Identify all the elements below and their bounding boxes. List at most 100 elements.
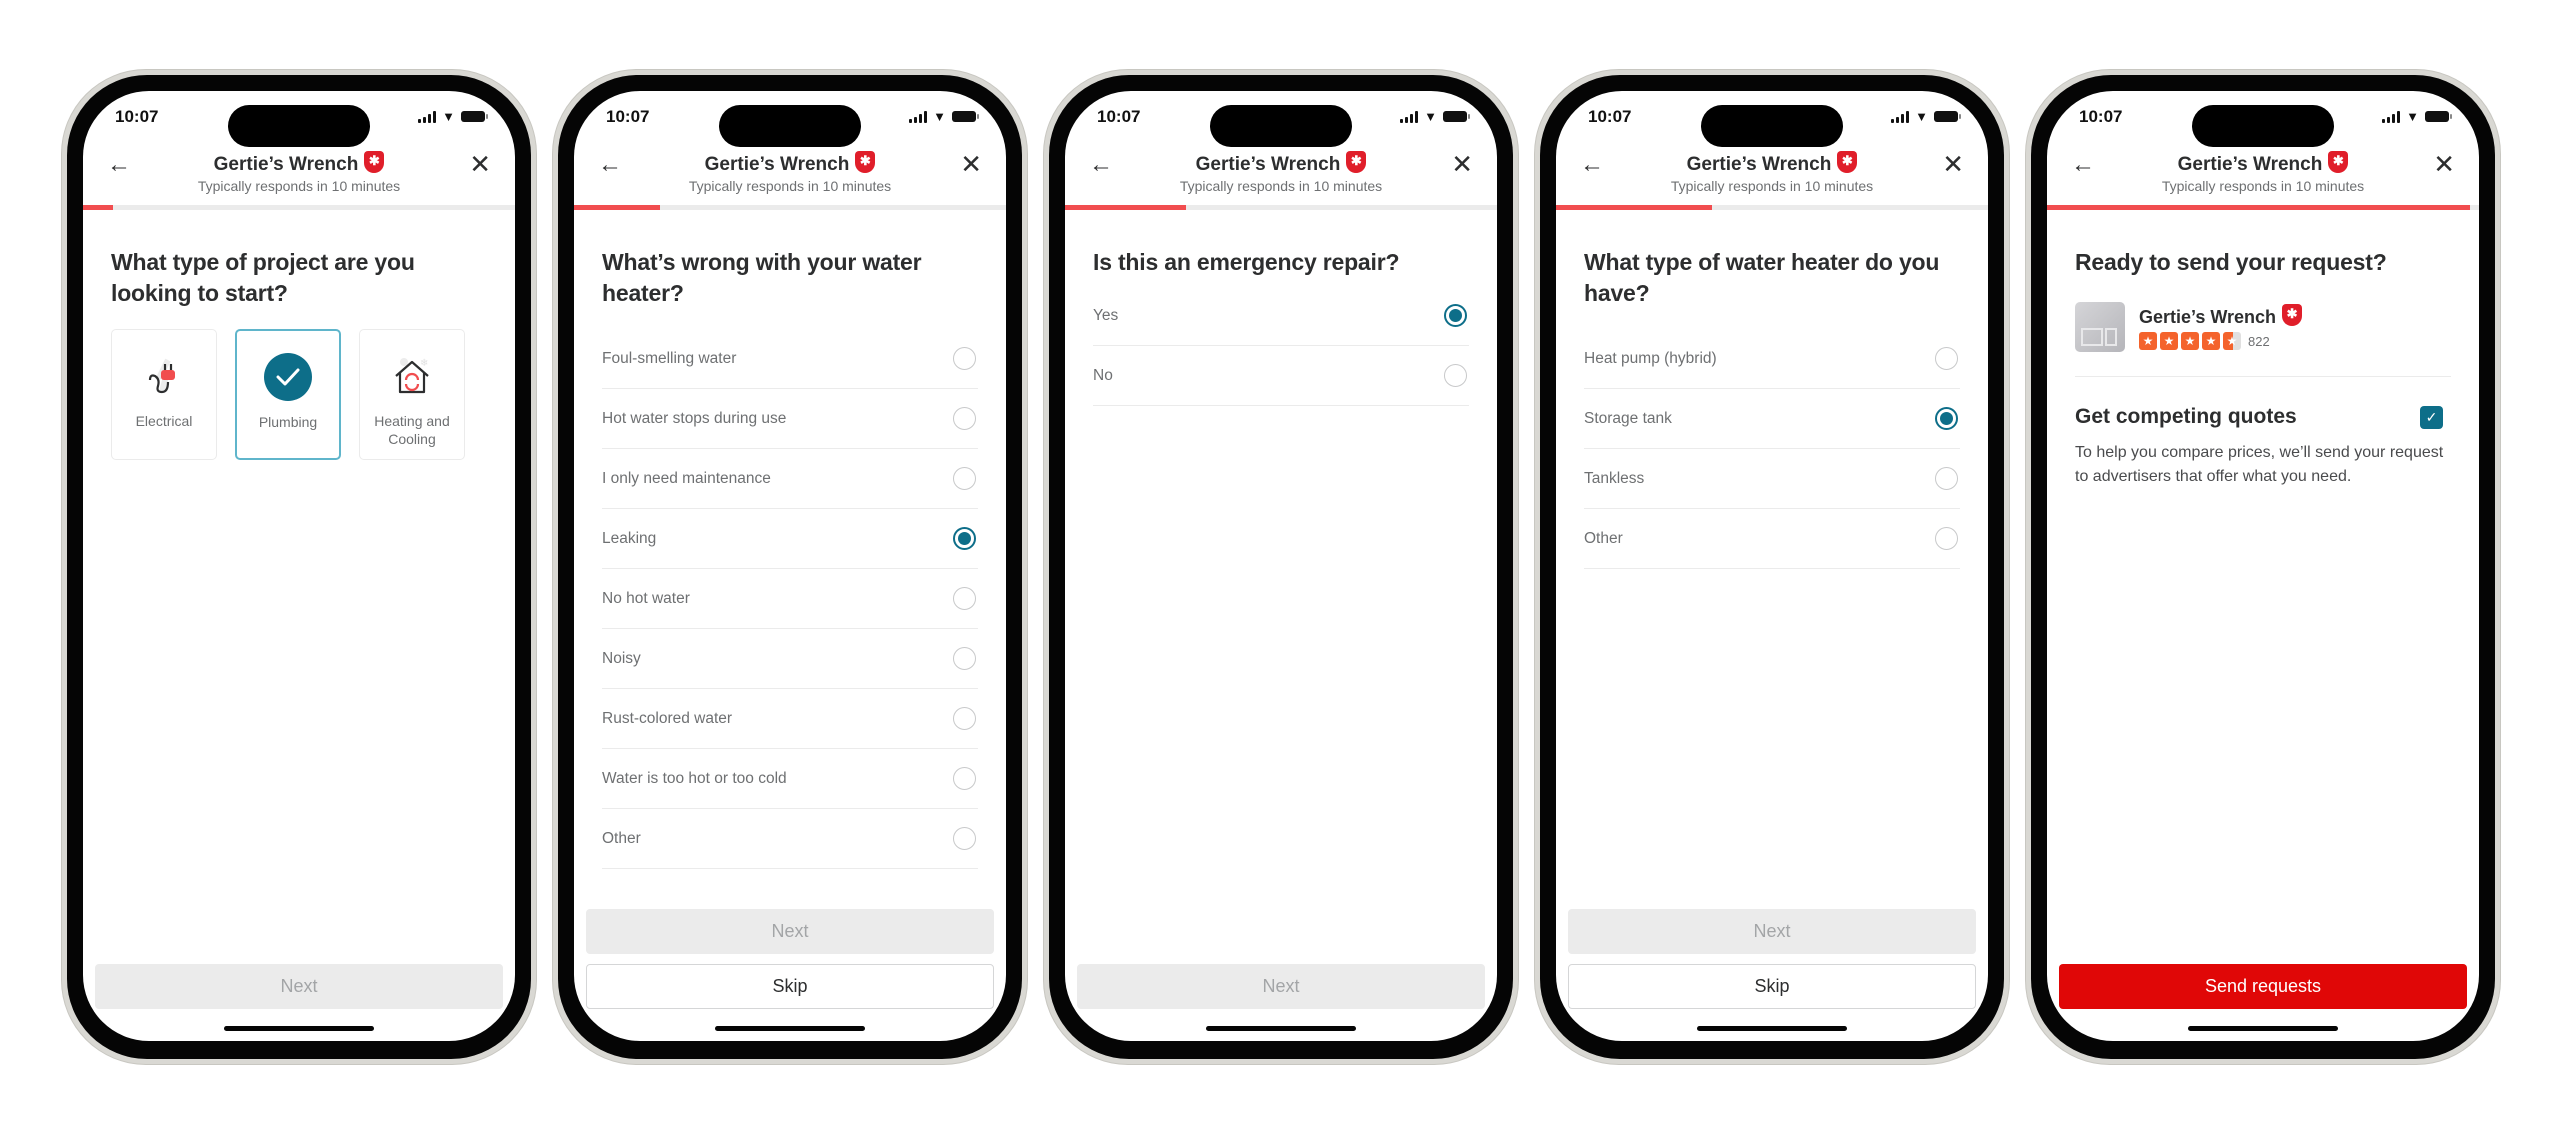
progress-fill xyxy=(1065,205,1186,210)
tile-electrical[interactable]: Electrical xyxy=(111,329,217,460)
radio-unselected-icon[interactable] xyxy=(953,467,976,490)
phone-screen-3: 10:07 ▼ ← Gertie’s Wrench Typically resp… xyxy=(1044,70,1518,1064)
radio-unselected-icon[interactable] xyxy=(953,347,976,370)
house-hvac-icon: ❄ xyxy=(388,352,436,400)
close-icon[interactable]: ✕ xyxy=(1451,151,1473,177)
option-row[interactable]: No hot water xyxy=(602,569,978,629)
option-row[interactable]: Leaking xyxy=(602,509,978,569)
star-icon: ★ xyxy=(2202,332,2220,350)
option-label: Rust-colored water xyxy=(602,709,733,727)
dynamic-island xyxy=(719,105,861,147)
progress-bar xyxy=(1065,205,1497,210)
radio-unselected-icon[interactable] xyxy=(953,707,976,730)
cellular-signal-icon xyxy=(418,110,437,123)
option-row[interactable]: Foul-smelling water xyxy=(602,329,978,389)
response-time: Typically responds in 10 minutes xyxy=(688,178,892,194)
battery-icon xyxy=(461,111,488,122)
option-label: No hot water xyxy=(602,589,690,607)
question-title: Is this an emergency repair? xyxy=(1093,249,1400,275)
nav-header: ← Gertie’s Wrench Typically responds in … xyxy=(2047,149,2479,199)
option-row[interactable]: Water is too hot or too cold xyxy=(602,749,978,809)
competing-quotes-checkbox[interactable]: ✓ xyxy=(2420,405,2443,429)
progress-bar xyxy=(2047,205,2479,210)
nav-header: ← Gertie’s Wrench Typically responds in … xyxy=(1556,149,1988,199)
skip-button[interactable]: Skip xyxy=(1568,964,1976,1009)
option-row[interactable]: Storage tank xyxy=(1584,389,1960,449)
competing-quotes-title: Get competing quotes xyxy=(2075,405,2297,428)
cellular-signal-icon xyxy=(2382,110,2401,123)
option-label: Leaking xyxy=(602,529,657,547)
progress-fill xyxy=(574,205,661,210)
radio-unselected-icon[interactable] xyxy=(1935,527,1958,550)
plug-icon xyxy=(140,352,188,400)
close-icon[interactable]: ✕ xyxy=(469,151,491,177)
nav-header: ← Gertie’s Wrench Typically responds in … xyxy=(83,149,515,199)
radio-unselected-icon[interactable] xyxy=(953,407,976,430)
tile-plumbing[interactable]: Plumbing xyxy=(235,329,341,460)
close-icon[interactable]: ✕ xyxy=(2433,151,2455,177)
option-row[interactable]: Hot water stops during use xyxy=(602,389,978,449)
close-icon[interactable]: ✕ xyxy=(1942,151,1964,177)
business-card: Gertie’s Wrench ★ ★ ★ ★ ★ 822 xyxy=(2075,302,2451,377)
next-button[interactable]: Next xyxy=(1568,909,1976,954)
option-label: I only need maintenance xyxy=(602,469,771,487)
status-time: 10:07 xyxy=(2079,107,2123,126)
dynamic-island xyxy=(2192,105,2334,147)
option-row[interactable]: Yes xyxy=(1093,286,1469,346)
next-button[interactable]: Next xyxy=(95,964,503,1009)
star-rating: ★ ★ ★ ★ ★ 822 xyxy=(2139,332,2302,350)
radio-unselected-icon[interactable] xyxy=(1935,467,1958,490)
option-label: Hot water stops during use xyxy=(602,409,787,427)
option-row[interactable]: No xyxy=(1093,346,1469,406)
home-indicator xyxy=(1697,1026,1847,1031)
tile-label: Plumbing xyxy=(258,414,318,430)
next-button[interactable]: Next xyxy=(1077,964,1485,1009)
review-count: 822 xyxy=(2248,333,2270,349)
home-indicator xyxy=(224,1026,374,1031)
option-label: Foul-smelling water xyxy=(602,349,737,367)
wifi-icon: ▼ xyxy=(442,109,455,124)
send-requests-button[interactable]: Send requests xyxy=(2059,964,2467,1009)
battery-icon xyxy=(2425,111,2452,122)
option-label: Noisy xyxy=(602,649,641,667)
options-list: Heat pump (hybrid) Storage tank Tankless Ot… xyxy=(1584,329,1960,569)
cellular-signal-icon xyxy=(909,110,928,123)
radio-unselected-icon[interactable] xyxy=(1935,347,1958,370)
option-row[interactable]: Heat pump (hybrid) xyxy=(1584,329,1960,389)
half-star-icon: ★ xyxy=(2223,332,2241,350)
option-row[interactable]: I only need maintenance xyxy=(602,449,978,509)
option-row[interactable]: Rust-colored water xyxy=(602,689,978,749)
skip-button[interactable]: Skip xyxy=(586,964,994,1009)
radio-selected-icon[interactable] xyxy=(953,527,976,550)
check-circle-icon xyxy=(264,353,312,401)
option-label: Tankless xyxy=(1584,469,1645,487)
phone-screen-1: 10:07 ▼ ← Gertie’s Wrench Typically resp… xyxy=(62,70,536,1064)
radio-unselected-icon[interactable] xyxy=(1444,364,1467,387)
phone-screen-2: 10:07 ▼ ← Gertie’s Wrench Typically resp… xyxy=(553,70,1027,1064)
option-row[interactable]: Other xyxy=(1584,509,1960,569)
radio-unselected-icon[interactable] xyxy=(953,767,976,790)
option-label: Other xyxy=(602,829,641,847)
dynamic-island xyxy=(1701,105,1843,147)
business-name: Gertie’s Wrench xyxy=(1195,154,1341,175)
competing-quotes-description: To help you compare prices, we’ll send y… xyxy=(2075,444,2444,485)
option-row[interactable]: Other xyxy=(602,809,978,869)
radio-unselected-icon[interactable] xyxy=(953,647,976,670)
progress-fill xyxy=(1556,205,1712,210)
radio-unselected-icon[interactable] xyxy=(953,587,976,610)
radio-selected-icon[interactable] xyxy=(1444,304,1467,327)
progress-bar xyxy=(574,205,1006,210)
radio-unselected-icon[interactable] xyxy=(953,827,976,850)
radio-selected-icon[interactable] xyxy=(1935,407,1958,430)
option-row[interactable]: Noisy xyxy=(602,629,978,689)
star-icon: ★ xyxy=(2160,332,2178,350)
tile-heating-cooling[interactable]: ❄ Heating and Cooling xyxy=(359,329,465,460)
option-row[interactable]: Tankless xyxy=(1584,449,1960,509)
options-list: Foul-smelling water Hot water stops durin… xyxy=(602,329,978,869)
question-title: Ready to send your request? xyxy=(2075,249,2387,275)
close-icon[interactable]: ✕ xyxy=(960,151,982,177)
tile-label: Electrical xyxy=(135,413,193,429)
business-name: Gertie’s Wrench xyxy=(704,154,850,175)
star-icon: ★ xyxy=(2139,332,2157,350)
next-button[interactable]: Next xyxy=(586,909,994,954)
